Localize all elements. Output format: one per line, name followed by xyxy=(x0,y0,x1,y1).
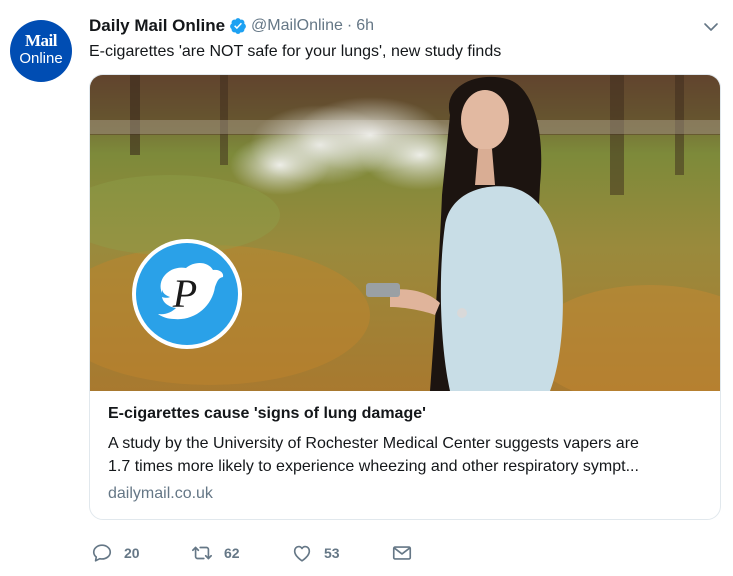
link-card[interactable]: P E-cigarettes cause 'signs of lung dama… xyxy=(89,74,721,520)
direct-message-button[interactable] xyxy=(391,540,413,566)
card-domain: dailymail.co.uk xyxy=(108,485,213,502)
reply-count: 20 xyxy=(124,545,140,561)
card-description-line1: A study by the University of Rochester M… xyxy=(108,435,639,452)
retweet-button[interactable]: 62 xyxy=(191,540,240,566)
tweet-header: Daily Mail Online @MailOnline · 6h xyxy=(89,14,374,38)
account-name[interactable]: Daily Mail Online xyxy=(89,16,225,36)
card-title[interactable]: E-cigarettes cause 'signs of lung damage… xyxy=(108,405,426,423)
tweet-actions: 20 62 53 xyxy=(89,540,429,566)
watermark-letter: P xyxy=(172,271,197,316)
avatar[interactable]: Mail Online xyxy=(10,20,72,82)
like-count: 53 xyxy=(324,545,340,561)
chevron-down-icon[interactable] xyxy=(702,18,720,36)
avatar-line1: Mail xyxy=(25,31,58,50)
verified-badge-icon xyxy=(230,18,246,34)
heart-icon xyxy=(293,545,311,562)
like-button[interactable]: 53 xyxy=(291,540,340,566)
avatar-line2: Online xyxy=(19,50,63,67)
account-handle[interactable]: @MailOnline xyxy=(251,17,343,35)
retweet-count: 62 xyxy=(224,545,240,561)
retweet-icon xyxy=(192,546,212,560)
tweet-timestamp[interactable]: 6h xyxy=(356,17,374,35)
reply-icon xyxy=(92,544,112,562)
card-description: A study by the University of Rochester M… xyxy=(108,432,708,478)
tweet-text: E-cigarettes 'are NOT safe for your lung… xyxy=(89,43,502,60)
envelope-icon xyxy=(392,546,412,560)
reply-button[interactable]: 20 xyxy=(91,540,140,566)
card-image[interactable]: P xyxy=(90,75,720,391)
separator-dot: · xyxy=(346,17,353,34)
card-description-line2: 1.7 times more likely to experience whee… xyxy=(108,458,639,475)
